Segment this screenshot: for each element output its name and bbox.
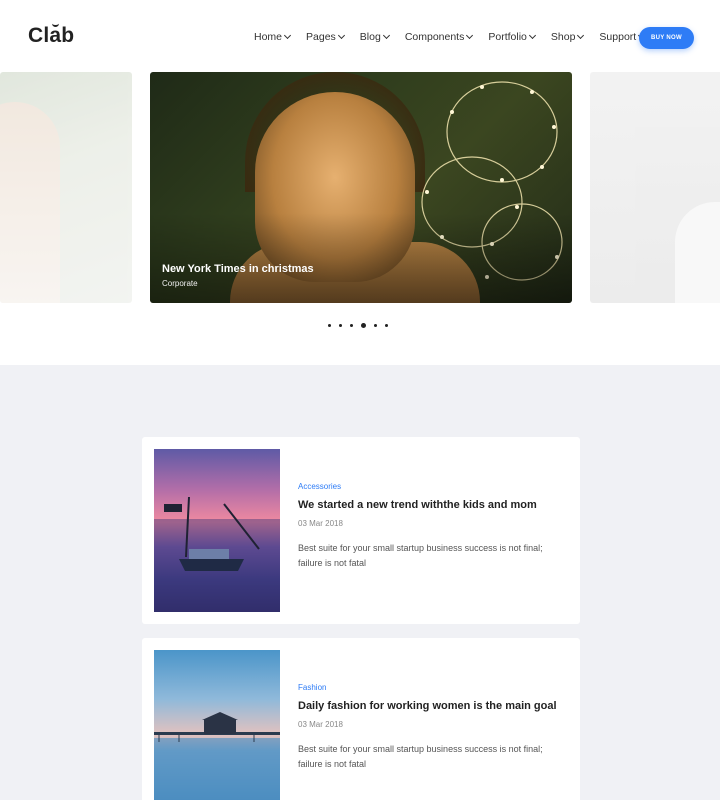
post-category-link[interactable]: Fashion (298, 683, 326, 692)
nav-item-pages[interactable]: Pages (306, 31, 345, 43)
nav-label: Blog (359, 31, 381, 43)
nav-label: Support (599, 31, 637, 43)
slide-previous[interactable] (0, 72, 132, 303)
main-nav: Home Pages Blog Components Portfolio Sho… (254, 31, 660, 43)
post-thumbnail[interactable] (154, 449, 280, 612)
site-header: Clab Home Pages Blog Components Portfoli… (0, 0, 720, 72)
slide-photo (675, 202, 720, 303)
post-category-link[interactable]: Accessories (298, 482, 341, 491)
logo-accent-letter: a (49, 24, 62, 47)
blog-card[interactable]: Fashion Daily fashion for working women … (142, 638, 580, 800)
slider-dot[interactable] (339, 324, 342, 327)
chevron-down-icon (577, 31, 585, 40)
nav-item-portfolio[interactable]: Portfolio (488, 31, 536, 43)
buy-now-button[interactable]: BUY NOW (639, 27, 694, 49)
chevron-down-icon (382, 31, 390, 40)
slide-next[interactable] (590, 72, 720, 303)
slider-dot[interactable] (328, 324, 331, 327)
slider-dot[interactable] (385, 324, 388, 327)
chevron-down-icon (337, 31, 345, 40)
slide-title[interactable]: New York Times in christmas (162, 263, 314, 275)
slider-dot[interactable] (374, 324, 377, 327)
nav-item-shop[interactable]: Shop (550, 31, 585, 43)
post-date: 03 Mar 2018 (298, 519, 343, 528)
boat-illustration (154, 496, 280, 612)
pier-illustration (154, 712, 280, 800)
post-title[interactable]: We started a new trend withthe kids and … (298, 499, 537, 511)
blog-section: Accessories We started a new trend witht… (0, 365, 720, 800)
slider-dot-active[interactable] (361, 323, 366, 328)
logo[interactable]: Clab (28, 24, 74, 48)
nav-label: Components (404, 31, 465, 43)
blog-card[interactable]: Accessories We started a new trend witht… (142, 437, 580, 624)
post-date: 03 Mar 2018 (298, 720, 343, 729)
slide-category: Corporate (162, 279, 198, 288)
nav-item-components[interactable]: Components (404, 31, 474, 43)
nav-item-blog[interactable]: Blog (359, 31, 390, 43)
nav-label: Home (254, 31, 283, 43)
slide-overlay (150, 213, 572, 303)
slider-dot[interactable] (350, 324, 353, 327)
chevron-down-icon (283, 31, 292, 40)
slide-photo (0, 102, 60, 303)
nav-label: Portfolio (488, 31, 527, 43)
nav-label: Shop (550, 31, 576, 43)
slider-pagination (328, 323, 388, 328)
post-excerpt: Best suite for your small startup busine… (298, 744, 543, 769)
nav-item-home[interactable]: Home (254, 31, 292, 43)
chevron-down-icon (466, 31, 474, 40)
post-excerpt: Best suite for your small startup busine… (298, 543, 543, 568)
chevron-down-icon (528, 31, 536, 40)
post-thumbnail[interactable] (154, 650, 280, 800)
slide-active[interactable]: New York Times in christmas Corporate (150, 72, 572, 303)
nav-label: Pages (306, 31, 336, 43)
nav-item-support[interactable]: Support (599, 31, 646, 43)
post-title[interactable]: Daily fashion for working women is the m… (298, 700, 557, 712)
